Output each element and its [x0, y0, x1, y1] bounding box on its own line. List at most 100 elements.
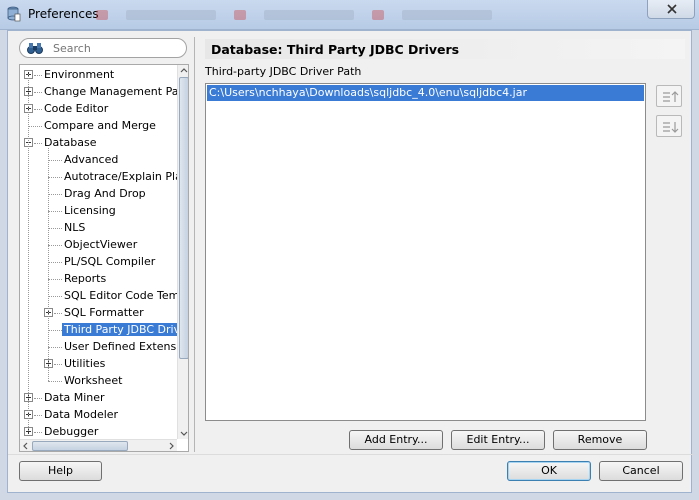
- tree-item[interactable]: Licensing: [20, 202, 177, 219]
- tree-connector: [54, 364, 62, 365]
- tree-item-label: Data Modeler: [44, 408, 119, 421]
- driver-path-item[interactable]: C:\Users\nchhaya\Downloads\sqljdbc_4.0\e…: [207, 85, 644, 101]
- tree-vertical-scroll-thumb[interactable]: [179, 77, 188, 359]
- cancel-label: Cancel: [622, 464, 660, 477]
- tree-viewport: Environment Change Management Param Code E…: [20, 65, 177, 439]
- scroll-up-icon[interactable]: [178, 65, 189, 77]
- tree-item-label: Debugger: [44, 425, 99, 438]
- tree-connector: [48, 148, 49, 381]
- tree-connector: [48, 160, 62, 161]
- tree-item-label: NLS: [64, 221, 86, 234]
- tree-item[interactable]: Worksheet: [20, 372, 177, 389]
- tree-item[interactable]: SQL Formatter: [20, 304, 177, 321]
- tree-connector: [48, 296, 62, 297]
- tree-item[interactable]: Data Miner: [20, 389, 177, 406]
- move-up-button[interactable]: [656, 85, 682, 107]
- window-title: Preferences: [28, 7, 99, 21]
- tree-item[interactable]: User Defined Extension: [20, 338, 177, 355]
- driver-path-list[interactable]: C:\Users\nchhaya\Downloads\sqljdbc_4.0\e…: [205, 83, 646, 421]
- footer-separator: [8, 454, 693, 455]
- scroll-right-icon[interactable]: [165, 440, 177, 452]
- tree-item-label: PL/SQL Compiler: [64, 255, 156, 268]
- search-input[interactable]: [53, 41, 181, 55]
- ok-button[interactable]: OK: [507, 461, 591, 481]
- remove-button[interactable]: Remove: [553, 430, 647, 450]
- add-entry-button[interactable]: Add Entry...: [349, 430, 443, 450]
- tree-item-label: Compare and Merge: [44, 119, 156, 132]
- help-button[interactable]: Help: [19, 461, 102, 481]
- background-taskbar-ghost: [96, 10, 626, 26]
- tree-connector: [34, 432, 42, 433]
- tree-item-label: Third Party JDBC Driver: [62, 323, 177, 336]
- close-icon: [667, 4, 677, 14]
- tree-item[interactable]: Debugger: [20, 423, 177, 439]
- tree-item-label: Environment: [44, 68, 115, 81]
- app-icon: [7, 6, 21, 22]
- tree-item[interactable]: Change Management Param: [20, 83, 177, 100]
- tree-item-label: Utilities: [64, 357, 106, 370]
- edit-entry-button[interactable]: Edit Entry...: [451, 430, 545, 450]
- tree-item-label: SQL Editor Code Templa: [64, 289, 177, 302]
- tree-item[interactable]: Drag And Drop: [20, 185, 177, 202]
- tree-item-label: SQL Formatter: [64, 306, 144, 319]
- tree-connector: [48, 381, 62, 382]
- driver-path-text: C:\Users\nchhaya\Downloads\sqljdbc_4.0\e…: [209, 86, 527, 99]
- tree-connector: [48, 211, 62, 212]
- tree-item[interactable]: Data Modeler: [20, 406, 177, 423]
- tree-vertical-scrollbar[interactable]: [177, 65, 189, 439]
- tree-item[interactable]: Environment: [20, 66, 177, 83]
- preferences-dialog: Environment Change Management Param Code E…: [7, 30, 693, 493]
- scroll-left-icon[interactable]: [20, 440, 32, 452]
- tree-item[interactable]: PL/SQL Compiler: [20, 253, 177, 270]
- tree-connector: [48, 262, 62, 263]
- tree-item[interactable]: Compare and Merge: [20, 117, 177, 134]
- tree-item-label: Autotrace/Explain Plan: [64, 170, 177, 183]
- panel-title: Database: Third Party JDBC Drivers: [211, 42, 460, 57]
- tree-connector: [48, 228, 62, 229]
- tree-connector: [48, 347, 62, 348]
- tree-connector: [48, 279, 62, 280]
- tree-item[interactable]: Advanced: [20, 151, 177, 168]
- tree-item[interactable]: Reports: [20, 270, 177, 287]
- tree-connector: [48, 245, 62, 246]
- tree-connector: [34, 415, 42, 416]
- tree-item-label: Licensing: [64, 204, 116, 217]
- search-box: [19, 38, 187, 58]
- cancel-button[interactable]: Cancel: [599, 461, 683, 481]
- binoculars-icon[interactable]: [27, 41, 43, 55]
- tree-horizontal-scroll-thumb[interactable]: [32, 441, 128, 451]
- tree-item[interactable]: NLS: [20, 219, 177, 236]
- tree-item[interactable]: Utilities: [20, 355, 177, 372]
- tree-connector: [34, 75, 42, 76]
- tree-item-label: Code Editor: [44, 102, 109, 115]
- driver-path-label: Third-party JDBC Driver Path: [205, 65, 362, 78]
- tree-connector: [28, 126, 42, 127]
- move-up-icon: [663, 91, 679, 102]
- tree-item[interactable]: Autotrace/Explain Plan: [20, 168, 177, 185]
- close-button[interactable]: [647, 0, 695, 19]
- tree-connector: [34, 143, 42, 144]
- panel-splitter[interactable]: [194, 37, 195, 452]
- tree-item-label: Worksheet: [64, 374, 123, 387]
- tree-item-label: ObjectViewer: [64, 238, 138, 251]
- tree-item[interactable]: SQL Editor Code Templa: [20, 287, 177, 304]
- tree-item-label: User Defined Extension: [64, 340, 177, 353]
- tree-item[interactable]: Third Party JDBC Driver: [20, 321, 177, 338]
- tree-connector: [54, 313, 62, 314]
- tree-item-label: Data Miner: [44, 391, 105, 404]
- remove-label: Remove: [577, 433, 623, 446]
- tree-horizontal-scrollbar[interactable]: [20, 439, 177, 451]
- scroll-down-icon[interactable]: [178, 427, 189, 439]
- tree-connector: [34, 92, 42, 93]
- ok-label: OK: [541, 464, 557, 477]
- tree-item-label: Advanced: [64, 153, 119, 166]
- tree-item-label: Database: [44, 136, 97, 149]
- add-entry-label: Add Entry...: [364, 433, 428, 446]
- preferences-tree: Environment Change Management Param Code E…: [19, 64, 189, 452]
- move-down-button[interactable]: [656, 115, 682, 137]
- tree-item[interactable]: Code Editor: [20, 100, 177, 117]
- tree-item-label: Drag And Drop: [64, 187, 146, 200]
- tree-item[interactable]: Database: [20, 134, 177, 151]
- tree-item[interactable]: ObjectViewer: [20, 236, 177, 253]
- tree-item-label: Reports: [64, 272, 107, 285]
